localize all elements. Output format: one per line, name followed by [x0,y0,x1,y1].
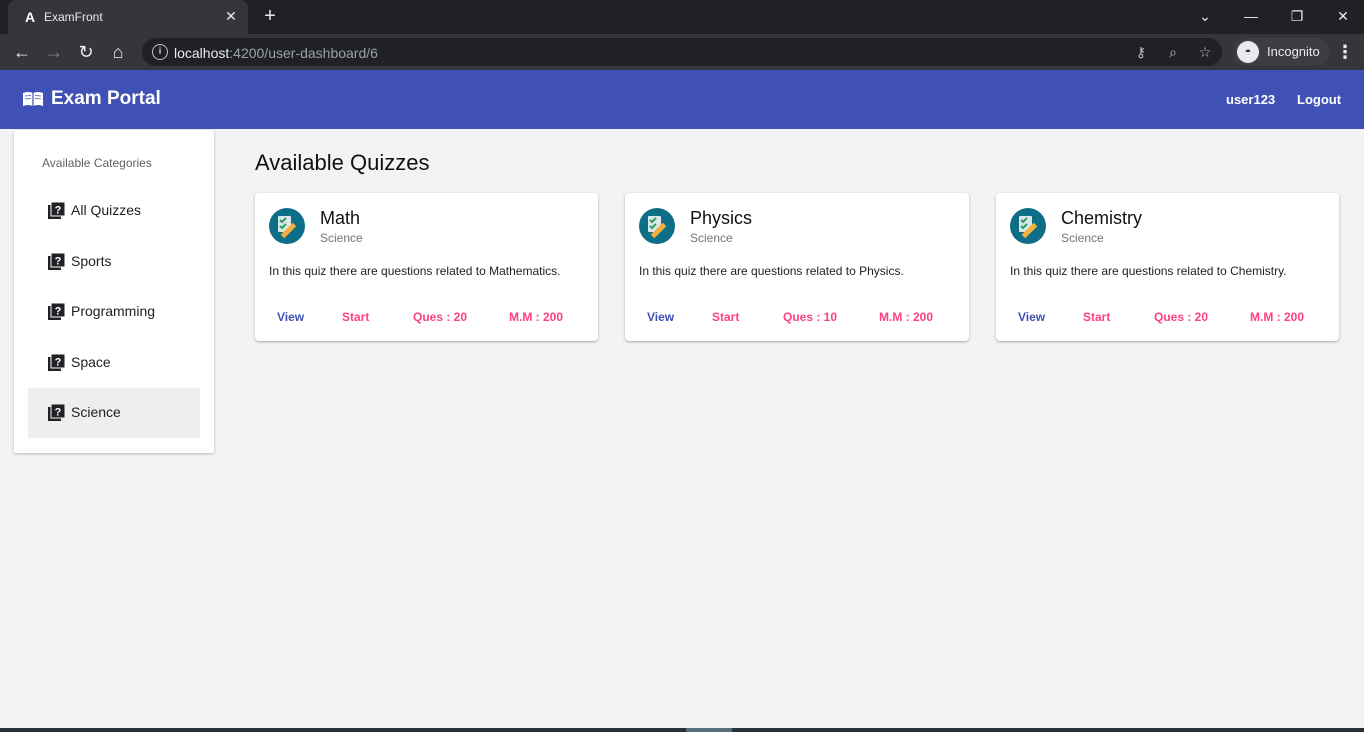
svg-text:?: ? [55,256,62,268]
quiz-avatar-icon [269,208,305,244]
svg-text:?: ? [55,357,62,369]
sidebar-item-label: Sports [71,253,112,269]
sidebar-item-label: All Quizzes [71,202,142,218]
home-icon[interactable]: ⌂ [106,40,130,64]
address-bar[interactable]: i localhost:4200/user-dashboard/6 ⚷ ⌕ ☆ [142,38,1222,66]
svg-text:?: ? [55,205,62,217]
questions-count: Ques : 20 [413,310,468,324]
quiz-description: In this quiz there are questions related… [1010,264,1287,278]
url-text[interactable]: localhost:4200/user-dashboard/6 [174,45,378,61]
questions-count: Ques : 10 [783,310,838,324]
quiz-icon: ? [48,404,65,421]
sidebar-item-label: Programming [71,303,156,319]
window-close-icon[interactable]: ✕ [1333,6,1353,26]
logout-button[interactable]: Logout [1297,92,1341,107]
max-marks: M.M : 200 [1250,310,1305,324]
start-button[interactable]: Start [1083,310,1110,324]
sidebar-item-sports[interactable]: ? Sports [28,237,200,287]
brand-title[interactable]: Exam Portal [51,88,161,110]
quiz-avatar-icon [639,208,675,244]
url-path: :4200/user-dashboard/6 [229,45,378,61]
minimize-icon[interactable]: — [1241,6,1261,26]
quiz-avatar-icon [1010,208,1046,244]
quiz-card: Math Science In this quiz there are ques… [255,193,598,341]
zoom-icon[interactable]: ⌕ [1164,43,1182,61]
questions-count: Ques : 20 [1154,310,1209,324]
restore-icon[interactable]: ❐ [1287,6,1307,26]
tab-search-chevron-icon[interactable]: ⌄ [1195,6,1215,26]
user-profile-link[interactable]: user123 [1226,92,1275,107]
quiz-category: Science [1061,231,1104,245]
quiz-card: Chemistry Science In this quiz there are… [996,193,1339,341]
sidebar-item-label: Space [71,354,111,370]
view-button[interactable]: View [647,310,674,324]
quiz-icon: ? [48,354,65,371]
sidebar-heading: Available Categories [42,156,152,170]
app-navbar: Exam Portal user123 Logout [0,70,1364,129]
book-icon [23,92,43,106]
start-button[interactable]: Start [712,310,739,324]
bookmark-star-icon[interactable]: ☆ [1196,43,1214,61]
quiz-card: Physics Science In this quiz there are q… [625,193,969,341]
quiz-icon: ? [48,303,65,320]
taskbar-indicator [686,728,732,732]
forward-icon[interactable]: → [42,40,66,64]
url-host: localhost [174,45,230,61]
max-marks: M.M : 200 [509,310,564,324]
site-info-icon[interactable]: i [152,44,168,60]
quiz-category: Science [320,231,363,245]
quiz-description: In this quiz there are questions related… [269,264,561,278]
quiz-title: Math [320,208,361,228]
category-sidebar: Available Categories ? All Quizzes ? Spo… [14,130,214,453]
svg-text:?: ? [55,306,62,318]
sidebar-item-all-quizzes[interactable]: ? All Quizzes [28,186,200,236]
quiz-icon: ? [48,202,65,219]
quiz-category: Science [690,231,733,245]
tab-close-icon[interactable]: ✕ [222,7,240,25]
quiz-icon: ? [48,253,65,270]
back-icon[interactable]: ← [10,40,34,64]
sidebar-item-label: Science [71,404,121,420]
quiz-title: Physics [690,208,753,228]
new-tab-icon[interactable]: + [260,6,280,26]
start-button[interactable]: Start [342,310,369,324]
page-title: Available Quizzes [255,150,430,175]
browser-tab[interactable]: A ExamFront ✕ [8,0,248,34]
max-marks: M.M : 200 [879,310,934,324]
incognito-icon: ◓ [1237,41,1259,63]
taskbar-strip [0,728,1364,732]
angular-favicon-icon: A [24,9,36,25]
incognito-badge[interactable]: ◓ Incognito [1233,38,1330,66]
quiz-description: In this quiz there are questions related… [639,264,904,278]
browser-menu-icon[interactable]: ⋮ [1336,40,1354,64]
tab-title: ExamFront [44,10,103,24]
incognito-label: Incognito [1267,44,1320,59]
browser-tab-bar: A ExamFront ✕ + ⌄ — ❐ ✕ [0,0,1364,34]
svg-text:?: ? [55,407,62,419]
reload-icon[interactable]: ↻ [74,40,98,64]
view-button[interactable]: View [1018,310,1045,324]
key-icon[interactable]: ⚷ [1132,43,1150,61]
view-button[interactable]: View [277,310,304,324]
sidebar-item-programming[interactable]: ? Programming [28,287,200,337]
sidebar-item-science[interactable]: ? Science [28,388,200,438]
browser-toolbar: ← → ↻ ⌂ i localhost:4200/user-dashboard/… [0,34,1364,70]
sidebar-item-space[interactable]: ? Space [28,338,200,388]
quiz-title: Chemistry [1061,208,1143,228]
